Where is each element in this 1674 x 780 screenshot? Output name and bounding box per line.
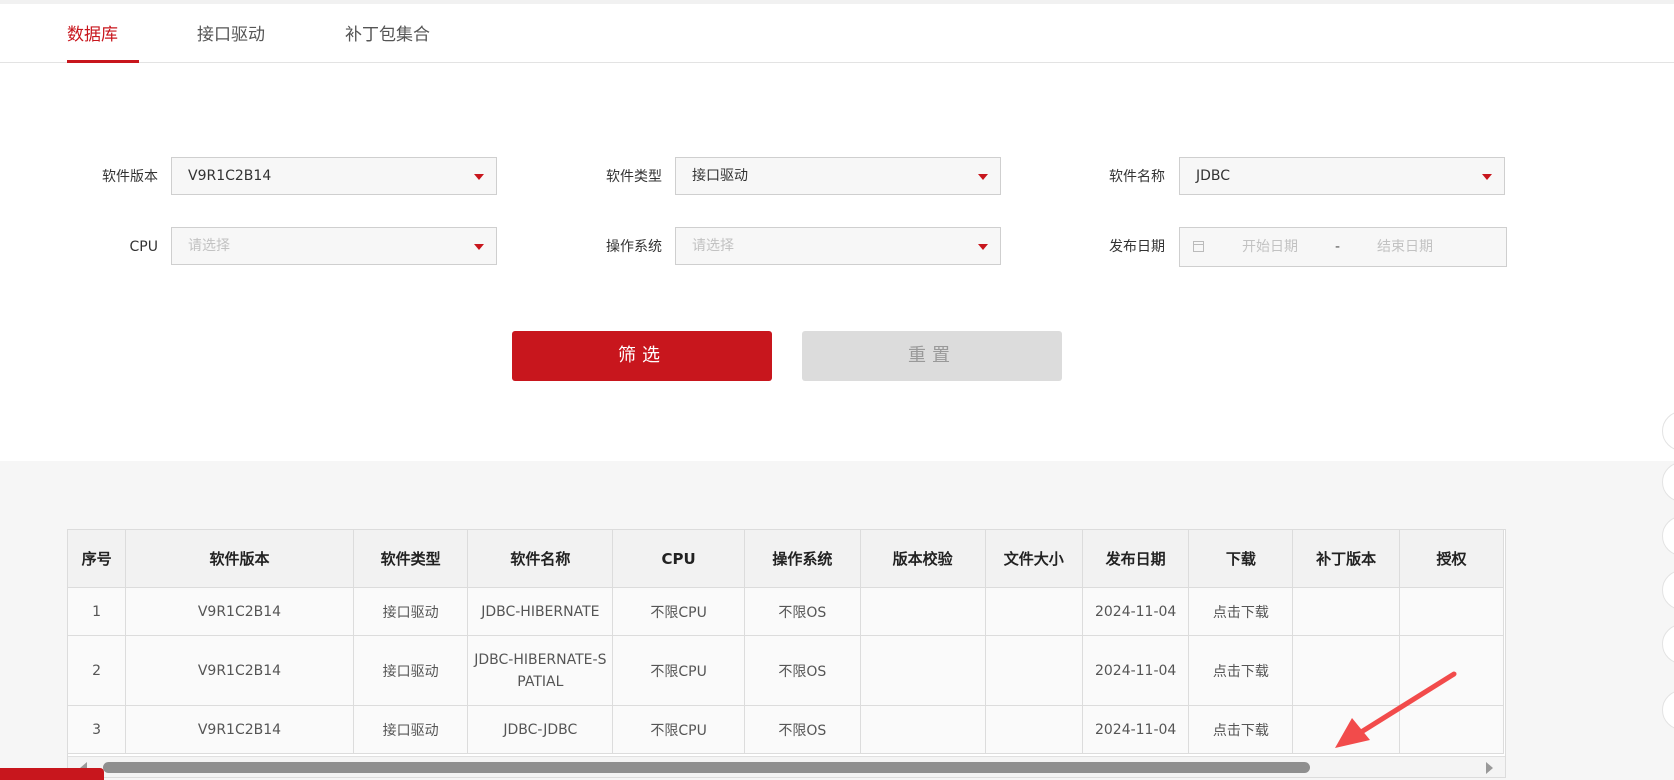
results-table: 序号 软件版本 软件类型 软件名称 CPU 操作系统 版本校验 文件大小 发布日… (68, 530, 1505, 754)
results-table-container: 序号 软件版本 软件类型 软件名称 CPU 操作系统 版本校验 文件大小 发布日… (67, 529, 1506, 778)
caret-down-icon (978, 174, 988, 180)
caret-down-icon (474, 174, 484, 180)
cell-date: 2024-11-04 (1081, 587, 1190, 636)
col-header-name: 软件名称 (467, 530, 614, 588)
filter-panel: 软件版本 V9R1C2B14 软件类型 接口驱动 软件名称 JDBC CPU 请… (0, 63, 1674, 461)
cell-type: 接口驱动 (352, 587, 469, 636)
scroll-right-arrow-icon[interactable] (1486, 762, 1493, 774)
horizontal-scrollbar[interactable] (68, 756, 1505, 777)
software-type-value: 接口驱动 (692, 168, 748, 184)
tab-database[interactable]: 数据库 (67, 22, 118, 48)
cell-checksum (859, 705, 986, 754)
cell-no: 1 (68, 587, 127, 636)
side-float-button[interactable] (1662, 624, 1674, 664)
table-row: 1 V9R1C2B14 接口驱动 JDBC-HIBERNATE 不限CPU 不限… (68, 587, 1505, 636)
annotation-arrow-icon (1335, 671, 1457, 748)
cell-auth (1398, 587, 1505, 636)
cell-date: 2024-11-04 (1081, 635, 1190, 706)
side-float-button[interactable] (1662, 570, 1674, 610)
software-name-label: 软件名称 (1109, 169, 1165, 185)
col-header-download: 下载 (1188, 530, 1294, 588)
side-float-button[interactable] (1662, 690, 1674, 730)
start-date-input[interactable]: 开始日期 (1242, 228, 1298, 266)
calendar-icon (1193, 241, 1204, 252)
software-version-value: V9R1C2B14 (188, 168, 272, 184)
cell-version: V9R1C2B14 (125, 587, 354, 636)
cell-no: 3 (68, 705, 127, 754)
col-header-cpu: CPU (612, 530, 746, 588)
software-type-select[interactable]: 接口驱动 (675, 157, 1001, 195)
side-float-button[interactable] (1662, 516, 1674, 556)
col-header-auth: 授权 (1398, 530, 1505, 588)
cell-type: 接口驱动 (352, 705, 469, 754)
cell-name: JDBC-HIBERNATE (467, 587, 614, 636)
release-date-label: 发布日期 (1109, 239, 1165, 255)
software-version-label: 软件版本 (102, 169, 158, 185)
table-header-row: 序号 软件版本 软件类型 软件名称 CPU 操作系统 版本校验 文件大小 发布日… (68, 530, 1505, 588)
download-link[interactable]: 点击下载 (1188, 705, 1294, 754)
tab-bar: 数据库 接口驱动 补丁包集合 (0, 4, 1674, 63)
cell-cpu: 不限CPU (612, 635, 746, 706)
col-header-patch: 补丁版本 (1292, 530, 1400, 588)
os-select[interactable]: 请选择 (675, 227, 1001, 265)
table-row: 3 V9R1C2B14 接口驱动 JDBC-JDBC 不限CPU 不限OS 20… (68, 705, 1505, 754)
download-link[interactable]: 点击下载 (1188, 587, 1294, 636)
cpu-placeholder: 请选择 (188, 238, 230, 254)
caret-down-icon (1482, 174, 1492, 180)
cell-size (984, 705, 1083, 754)
col-header-checksum: 版本校验 (859, 530, 986, 588)
software-type-label: 软件类型 (606, 169, 662, 185)
cell-version: V9R1C2B14 (125, 705, 354, 754)
cell-date: 2024-11-04 (1081, 705, 1190, 754)
cell-version: V9R1C2B14 (125, 635, 354, 706)
tab-patch-collection[interactable]: 补丁包集合 (345, 22, 430, 48)
cell-patch (1292, 587, 1400, 636)
bottom-left-red-tab[interactable] (0, 768, 104, 780)
cell-checksum (859, 587, 986, 636)
cell-size (984, 635, 1083, 706)
cell-os: 不限OS (744, 635, 861, 706)
cell-cpu: 不限CPU (612, 705, 746, 754)
end-date-input[interactable]: 结束日期 (1377, 228, 1433, 266)
release-date-range[interactable]: 开始日期 - 结束日期 (1179, 227, 1507, 267)
col-header-size: 文件大小 (984, 530, 1083, 588)
cpu-label: CPU (129, 239, 158, 255)
software-version-select[interactable]: V9R1C2B14 (171, 157, 497, 195)
cell-os: 不限OS (744, 587, 861, 636)
col-header-date: 发布日期 (1081, 530, 1190, 588)
tab-interface-driver[interactable]: 接口驱动 (197, 22, 265, 48)
cell-name: JDBC-JDBC (467, 705, 614, 754)
cell-no: 2 (68, 635, 127, 706)
os-placeholder: 请选择 (692, 238, 734, 254)
col-header-no: 序号 (68, 530, 127, 588)
cell-checksum (859, 635, 986, 706)
caret-down-icon (978, 244, 988, 250)
software-name-select[interactable]: JDBC (1179, 157, 1505, 195)
table-row: 2 V9R1C2B14 接口驱动 JDBC-HIBERNATE-SPATIAL … (68, 635, 1505, 706)
filter-button[interactable]: 筛选 (512, 331, 772, 381)
reset-button[interactable]: 重置 (802, 331, 1062, 381)
software-name-value: JDBC (1196, 168, 1231, 184)
download-link[interactable]: 点击下载 (1188, 635, 1294, 706)
cell-name: JDBC-HIBERNATE-SPATIAL (467, 635, 614, 706)
cpu-select[interactable]: 请选择 (171, 227, 497, 265)
date-separator: - (1335, 239, 1341, 255)
col-header-os: 操作系统 (744, 530, 861, 588)
side-float-button[interactable] (1662, 462, 1674, 502)
cell-size (984, 587, 1083, 636)
os-label: 操作系统 (606, 239, 662, 255)
cell-os: 不限OS (744, 705, 861, 754)
cell-type: 接口驱动 (352, 635, 469, 706)
cell-cpu: 不限CPU (612, 587, 746, 636)
scrollbar-thumb[interactable] (103, 762, 1310, 773)
col-header-type: 软件类型 (352, 530, 469, 588)
col-header-version: 软件版本 (125, 530, 354, 588)
caret-down-icon (474, 244, 484, 250)
